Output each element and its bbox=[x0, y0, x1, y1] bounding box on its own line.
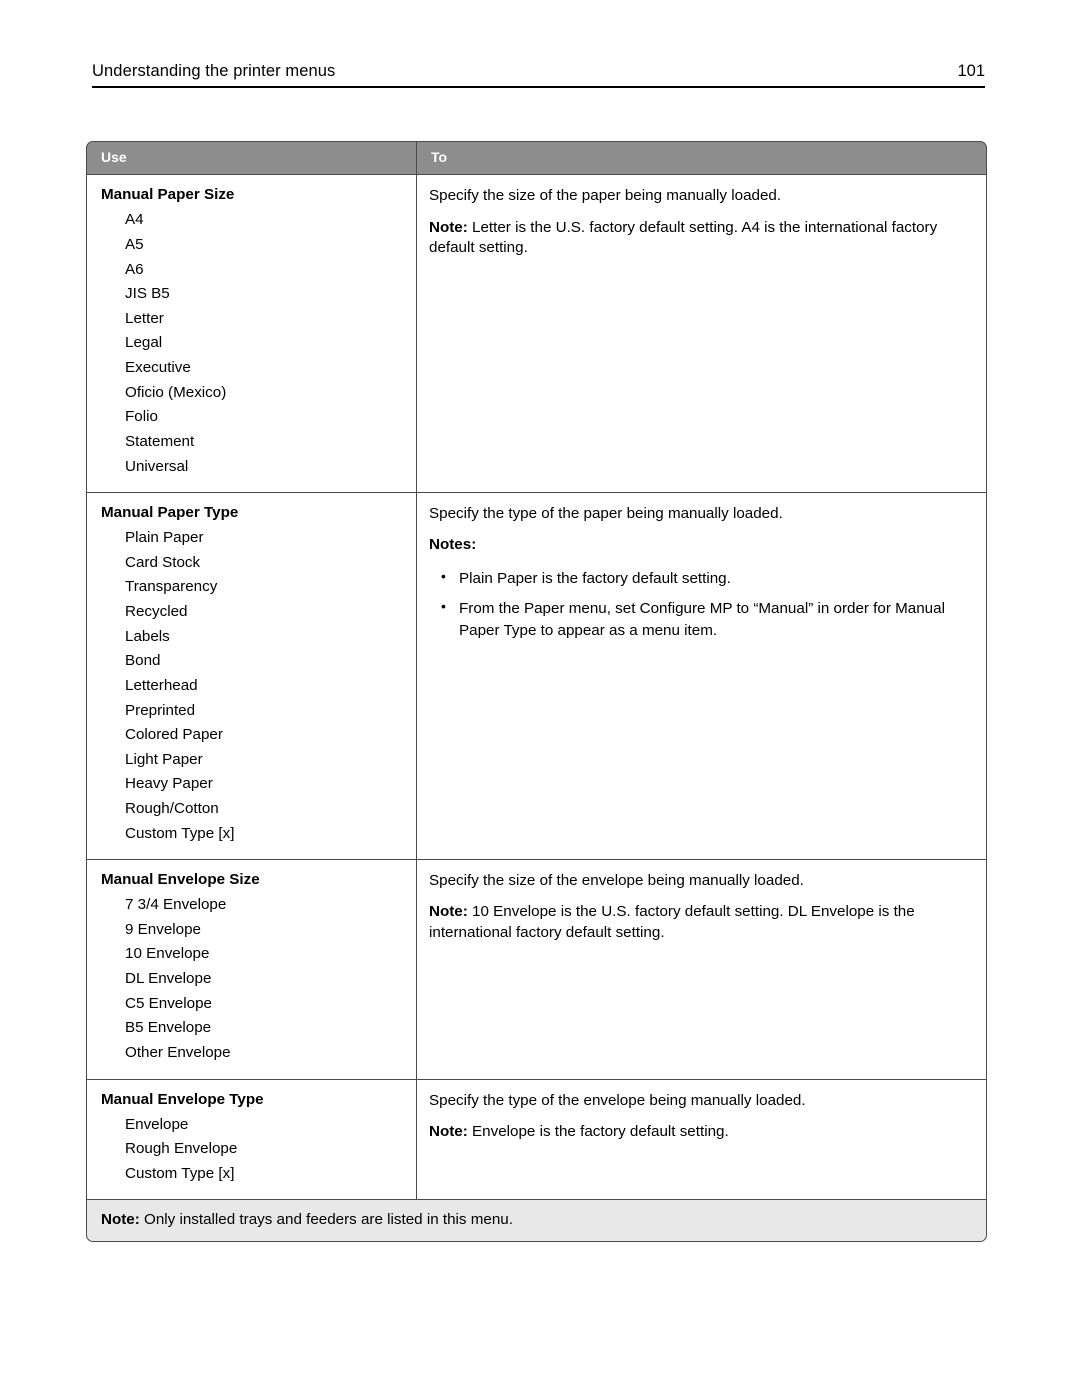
table-row: Manual Envelope Size 7 3/4 Envelope 9 En… bbox=[86, 860, 987, 1080]
page-running-header: Understanding the printer menus 101 bbox=[92, 62, 985, 89]
list-item: JIS B5 bbox=[125, 285, 170, 303]
list-item: 10 Envelope bbox=[125, 945, 210, 963]
setting-description: Specify the size of the envelope being m… bbox=[429, 872, 804, 890]
setting-option-list: A4 A5 A6 JIS B5 Letter Legal Executive O… bbox=[101, 208, 406, 479]
list-item: Envelope bbox=[125, 1115, 189, 1133]
list-item: C5 Envelope bbox=[125, 994, 212, 1012]
description-cell: Specify the type of the envelope being m… bbox=[417, 1079, 987, 1201]
list-item: A4 bbox=[125, 211, 144, 229]
list-item: Labels bbox=[125, 627, 170, 645]
setting-option-list: 7 3/4 Envelope 9 Envelope 10 Envelope DL… bbox=[101, 893, 406, 1065]
list-item: Preprinted bbox=[125, 701, 196, 719]
list-item: DL Envelope bbox=[125, 970, 212, 988]
setting-option-list: Envelope Rough Envelope Custom Type [x] bbox=[101, 1113, 406, 1187]
list-item: Heavy Paper bbox=[125, 775, 213, 793]
table-header-row: Use To bbox=[86, 141, 987, 176]
setting-description: Specify the size of the paper being manu… bbox=[429, 187, 782, 205]
note-text: Letter is the U.S. factory default setti… bbox=[429, 218, 938, 256]
page-title: Understanding the printer menus bbox=[92, 62, 336, 80]
list-item: Plain Paper is the factory default setti… bbox=[429, 567, 970, 590]
list-item: Recycled bbox=[125, 603, 188, 621]
table-row: Manual Paper Size A4 A5 A6 JIS B5 Letter… bbox=[86, 175, 987, 494]
printer-menu-table: Use To Manual Paper Size A4 A5 A6 JIS B5… bbox=[86, 141, 987, 1243]
note-text: Only installed trays and feeders are lis… bbox=[139, 1211, 513, 1229]
setting-name: Manual Paper Type bbox=[101, 504, 239, 522]
list-item: Plain Paper bbox=[125, 529, 204, 547]
list-item: Rough/Cotton bbox=[125, 800, 219, 818]
setting-name: Manual Envelope Type bbox=[101, 1090, 264, 1108]
document-page: Understanding the printer menus 101 Use … bbox=[0, 0, 1080, 1397]
list-item: B5 Envelope bbox=[125, 1019, 212, 1037]
setting-note: Note: Envelope is the factory default se… bbox=[429, 1122, 970, 1142]
list-item: Rough Envelope bbox=[125, 1140, 238, 1158]
page-number: 101 bbox=[957, 62, 985, 80]
list-item: Folio bbox=[125, 408, 158, 426]
note-text: Envelope is the factory default setting. bbox=[467, 1122, 729, 1140]
column-header-use: Use bbox=[86, 141, 417, 176]
note-label: Note: bbox=[429, 218, 468, 236]
list-item: Transparency bbox=[125, 578, 218, 596]
setting-cell: Manual Paper Size A4 A5 A6 JIS B5 Letter… bbox=[86, 175, 417, 494]
setting-note: Note: Letter is the U.S. factory default… bbox=[429, 218, 970, 258]
list-item: Executive bbox=[125, 359, 191, 377]
list-item: Universal bbox=[125, 457, 189, 475]
list-item: Letter bbox=[125, 309, 164, 327]
list-item: Letterhead bbox=[125, 676, 198, 694]
column-header-to: To bbox=[417, 141, 987, 176]
list-item: 7 3/4 Envelope bbox=[125, 896, 227, 914]
setting-cell: Manual Paper Type Plain Paper Card Stock… bbox=[86, 493, 417, 861]
list-item: Statement bbox=[125, 432, 195, 450]
description-cell: Specify the size of the paper being manu… bbox=[417, 175, 987, 494]
setting-cell: Manual Envelope Size 7 3/4 Envelope 9 En… bbox=[86, 860, 417, 1080]
setting-name: Manual Paper Size bbox=[101, 186, 235, 204]
list-item: Other Envelope bbox=[125, 1043, 231, 1061]
notes-list: Plain Paper is the factory default setti… bbox=[429, 567, 970, 642]
list-item: Light Paper bbox=[125, 750, 203, 768]
setting-description: Specify the type of the envelope being m… bbox=[429, 1091, 806, 1109]
setting-option-list: Plain Paper Card Stock Transparency Recy… bbox=[101, 526, 406, 846]
note-label: Note: bbox=[429, 903, 468, 921]
setting-note: Note: 10 Envelope is the U.S. factory de… bbox=[429, 902, 970, 942]
list-item: Card Stock bbox=[125, 553, 201, 571]
list-item: Colored Paper bbox=[125, 726, 223, 744]
list-item: Legal bbox=[125, 334, 163, 352]
description-cell: Specify the type of the paper being manu… bbox=[417, 493, 987, 861]
notes-label: Notes: bbox=[429, 536, 477, 554]
list-item: 9 Envelope bbox=[125, 920, 201, 938]
setting-name: Manual Envelope Size bbox=[101, 871, 260, 889]
note-text: 10 Envelope is the U.S. factory default … bbox=[429, 903, 915, 941]
list-item: Bond bbox=[125, 652, 161, 670]
description-cell: Specify the size of the envelope being m… bbox=[417, 860, 987, 1080]
list-item: From the Paper menu, set Configure MP to… bbox=[429, 597, 970, 641]
table-footnote: Note: Only installed trays and feeders a… bbox=[86, 1200, 987, 1243]
table-row: Manual Paper Type Plain Paper Card Stock… bbox=[86, 493, 987, 861]
setting-description: Specify the type of the paper being manu… bbox=[429, 505, 783, 523]
setting-cell: Manual Envelope Type Envelope Rough Enve… bbox=[86, 1079, 417, 1201]
list-item: Custom Type [x] bbox=[125, 824, 235, 842]
note-label: Note: bbox=[429, 1122, 468, 1140]
list-item: Oficio (Mexico) bbox=[125, 383, 227, 401]
note-label: Note: bbox=[101, 1211, 140, 1229]
table-footnote-row: Note: Only installed trays and feeders a… bbox=[86, 1200, 987, 1243]
list-item: A6 bbox=[125, 260, 144, 278]
list-item: Custom Type [x] bbox=[125, 1164, 235, 1182]
table-row: Manual Envelope Type Envelope Rough Enve… bbox=[86, 1079, 987, 1201]
list-item: A5 bbox=[125, 235, 144, 253]
